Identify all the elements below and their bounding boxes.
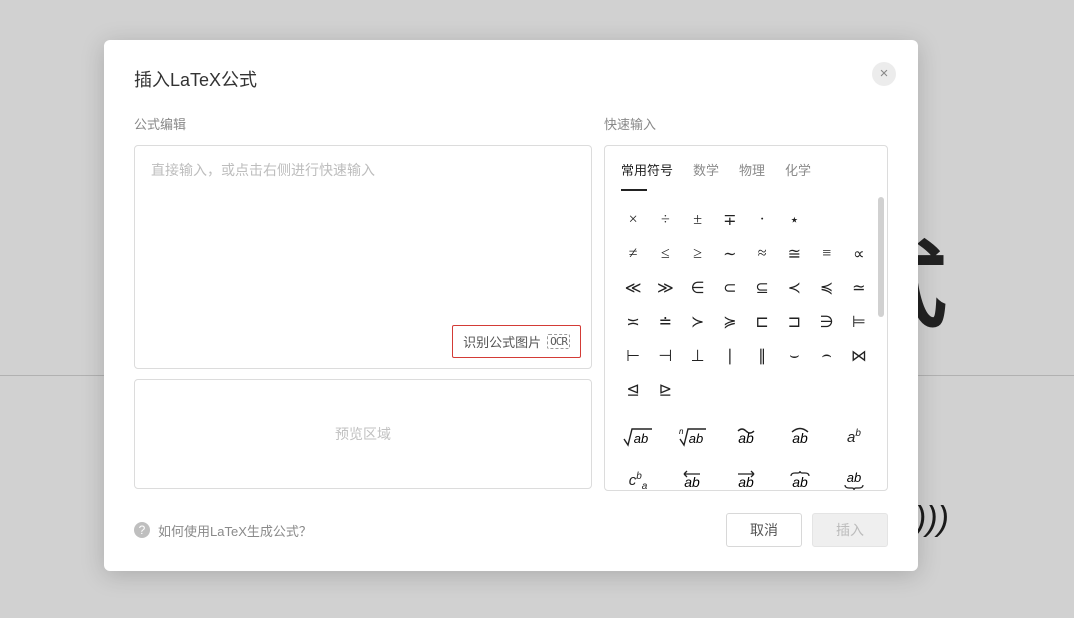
svg-text:ab: ab: [738, 430, 754, 446]
preview-area: 预览区域: [134, 379, 592, 489]
svg-text:ab: ab: [738, 474, 754, 490]
preview-placeholder: 预览区域: [335, 424, 391, 444]
modal-title: 插入LaTeX公式: [134, 66, 888, 92]
editor-box: 识别公式图片 OCR: [134, 145, 592, 369]
editor-section-label: 公式编辑: [134, 114, 592, 133]
symbol-cell[interactable]: ≍: [619, 307, 647, 337]
scrollbar-thumb[interactable]: [878, 197, 884, 317]
svg-text:n: n: [679, 427, 684, 436]
help-link[interactable]: ? 如何使用LaTeX生成公式？: [134, 521, 312, 540]
symbol-cell[interactable]: ∓: [716, 205, 744, 235]
symbol-cell[interactable]: ∈: [684, 273, 712, 303]
symbol-cell[interactable]: ≻: [684, 307, 712, 337]
svg-text:ab: ab: [684, 474, 700, 490]
symbol-cell[interactable]: ≐: [651, 307, 679, 337]
template-hat[interactable]: ab: [777, 419, 823, 455]
template-larrow[interactable]: ab: [669, 463, 715, 490]
symbol-cell[interactable]: ≼: [813, 273, 841, 303]
quick-tabs: 常用符号数学物理化学: [605, 146, 887, 191]
symbol-cell[interactable]: ⊴: [619, 375, 647, 405]
symbol-cell[interactable]: ±: [684, 205, 712, 235]
symbol-cell[interactable]: ⊏: [748, 307, 776, 337]
template-sup[interactable]: ab: [831, 419, 877, 455]
symbol-cell[interactable]: ≡: [813, 239, 841, 269]
template-overbrace[interactable]: ab: [777, 463, 823, 490]
svg-text:ab: ab: [792, 430, 808, 446]
symbol-cell[interactable]: ≽: [716, 307, 744, 337]
symbol-cell[interactable]: ⊣: [651, 341, 679, 371]
svg-text:ab: ab: [634, 431, 648, 446]
symbol-cell[interactable]: ⊵: [651, 375, 679, 405]
symbol-cell[interactable]: ∣: [716, 341, 744, 371]
tab-3[interactable]: 化学: [785, 160, 811, 191]
symbol-cell[interactable]: ≠: [619, 239, 647, 269]
ocr-icon: OCR: [547, 334, 570, 349]
tab-2[interactable]: 物理: [739, 160, 765, 191]
template-rarrow[interactable]: ab: [723, 463, 769, 490]
symbol-cell[interactable]: ≺: [780, 273, 808, 303]
symbol-cell[interactable]: ⋈: [845, 341, 873, 371]
symbol-cell[interactable]: ∼: [716, 239, 744, 269]
symbol-cell[interactable]: ≤: [651, 239, 679, 269]
svg-text:ab: ab: [689, 431, 703, 446]
symbol-cell[interactable]: ⊐: [780, 307, 808, 337]
symbol-cell[interactable]: ⊢: [619, 341, 647, 371]
symbol-cell[interactable]: ×: [619, 205, 647, 235]
cancel-button[interactable]: 取消: [726, 513, 802, 547]
template-subsup[interactable]: cba: [615, 463, 661, 490]
latex-modal: 插入LaTeX公式 × 公式编辑 识别公式图片 OCR 预览区域 快速输入 常用…: [104, 40, 918, 571]
template-nthroot[interactable]: nab: [669, 419, 715, 455]
ocr-button-label: 识别公式图片: [463, 332, 541, 351]
symbol-cell[interactable]: ≫: [651, 273, 679, 303]
symbol-cell[interactable]: ⊨: [845, 307, 873, 337]
symbol-cell[interactable]: ⊂: [716, 273, 744, 303]
svg-text:ab: ab: [792, 474, 808, 490]
tab-0[interactable]: 常用符号: [621, 160, 673, 191]
symbol-cell[interactable]: ⊥: [684, 341, 712, 371]
svg-text:ab: ab: [847, 470, 861, 485]
help-text: 如何使用LaTeX生成公式？: [158, 521, 312, 540]
symbol-cell[interactable]: ·: [748, 205, 776, 235]
ocr-button[interactable]: 识别公式图片 OCR: [452, 325, 581, 358]
symbol-cell[interactable]: ≅: [780, 239, 808, 269]
symbol-cell[interactable]: ≪: [619, 273, 647, 303]
template-tilde[interactable]: ab: [723, 419, 769, 455]
template-underbrace[interactable]: ab: [831, 463, 877, 490]
symbol-cell[interactable]: ÷: [651, 205, 679, 235]
symbol-cell[interactable]: ⌣: [780, 341, 808, 371]
help-icon: ?: [134, 522, 150, 538]
symbol-cell[interactable]: ≥: [684, 239, 712, 269]
symbol-cell[interactable]: ≈: [748, 239, 776, 269]
symbol-cell[interactable]: ≃: [845, 273, 873, 303]
quick-input-panel: 常用符号数学物理化学 ×÷±∓·⋆ ≠≤≥∼≈≅≡∝ ≪≫∈⊂⊆≺≼≃ ≍≐≻≽⊏⊐∋…: [604, 145, 888, 491]
insert-button[interactable]: 插入: [812, 513, 888, 547]
symbol-cell[interactable]: ∋: [813, 307, 841, 337]
tab-1[interactable]: 数学: [693, 160, 719, 191]
template-sqrt[interactable]: ab: [615, 419, 661, 455]
symbol-cell[interactable]: ⋆: [780, 205, 808, 235]
symbol-cell[interactable]: ⌢: [813, 341, 841, 371]
symbols-area: ×÷±∓·⋆ ≠≤≥∼≈≅≡∝ ≪≫∈⊂⊆≺≼≃ ≍≐≻≽⊏⊐∋⊨ ⊢⊣⊥∣∥⌣⌢⋈ ⊴⊵…: [605, 191, 887, 490]
symbol-cell[interactable]: ∥: [748, 341, 776, 371]
symbol-cell[interactable]: ∝: [845, 239, 873, 269]
close-button[interactable]: ×: [872, 62, 896, 86]
symbol-cell[interactable]: ⊆: [748, 273, 776, 303]
quick-section-label: 快速输入: [604, 114, 888, 133]
